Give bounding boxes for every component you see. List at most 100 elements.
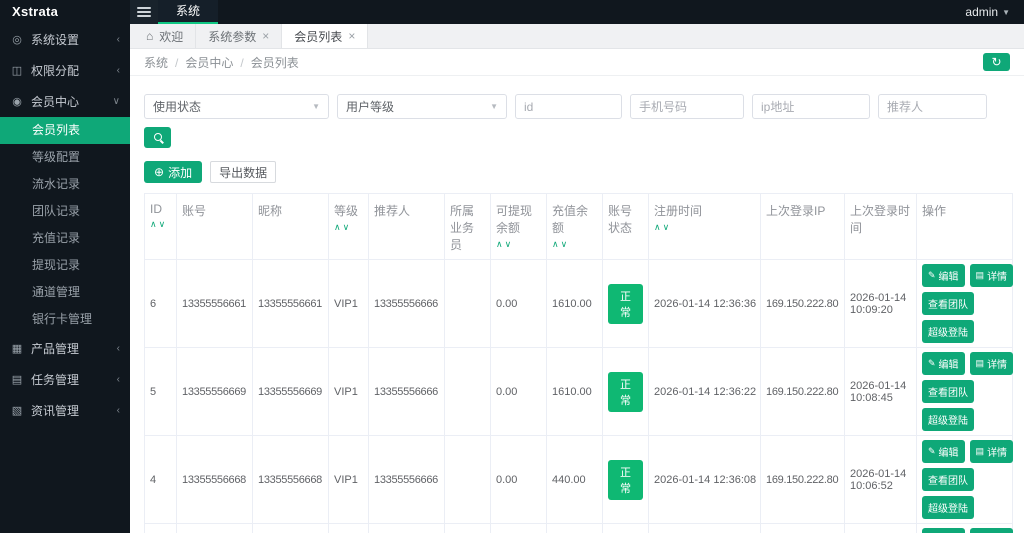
super-login-button[interactable]: 超级登陆 bbox=[922, 496, 974, 519]
column-header-level[interactable]: 等级 ∧∨ bbox=[329, 194, 369, 260]
tab-system-params[interactable]: 系统参数× bbox=[196, 24, 282, 48]
cell-level: VIP1 bbox=[329, 260, 369, 348]
user-menu[interactable]: admin ▼ bbox=[965, 5, 1024, 19]
action-label: 详情 bbox=[987, 356, 1007, 371]
super-login-button[interactable]: 超级登陆 bbox=[922, 320, 974, 343]
cell-last-time: 2026-01-14 08:56:31 bbox=[845, 524, 917, 533]
sidebar-subitem-member-list[interactable]: 会员列表 bbox=[0, 117, 130, 144]
column-header-reg_time[interactable]: 注册时间∧∨ bbox=[649, 194, 761, 260]
breadcrumb-item[interactable]: 会员列表 bbox=[251, 56, 299, 70]
breadcrumb-bar: 系统/会员中心/会员列表 ↻ bbox=[130, 49, 1024, 76]
cell-level: VIP1 bbox=[329, 436, 369, 524]
sort-icons[interactable]: ∧∨ bbox=[150, 219, 171, 230]
close-tab-icon[interactable]: × bbox=[262, 29, 269, 43]
edit-button[interactable]: ✎编辑 bbox=[922, 264, 965, 287]
topbar-tab-system[interactable]: 系统 bbox=[158, 0, 218, 24]
column-header-referrer: 推荐人 bbox=[369, 194, 445, 260]
sort-icons[interactable]: ∧∨ bbox=[552, 239, 597, 250]
cell-referrer: 13355556666 bbox=[369, 436, 445, 524]
sidebar-subitem-channel-mgmt[interactable]: 通道管理 bbox=[0, 279, 130, 306]
view-team-button[interactable]: 查看团队 bbox=[922, 380, 974, 403]
status-select-value: 使用状态 bbox=[153, 98, 201, 115]
cell-referrer: 13355556666 bbox=[369, 260, 445, 348]
sidebar: Xstrata ◎系统设置‹◫权限分配‹◉会员中心∨会员列表等级配置流水记录团队… bbox=[0, 0, 130, 533]
sidebar-subitem-flow-records[interactable]: 流水记录 bbox=[0, 171, 130, 198]
detail-button[interactable]: ▤详情 bbox=[970, 352, 1014, 375]
status-select[interactable]: 使用状态▼ bbox=[144, 94, 329, 119]
sidebar-item-label: 会员中心 bbox=[31, 93, 106, 110]
detail-button[interactable]: ▤详情 bbox=[970, 528, 1014, 533]
chevron-left-icon: ‹ bbox=[117, 374, 120, 385]
column-header-account: 账号 bbox=[177, 194, 253, 260]
add-button[interactable]: ⊕ 添加 bbox=[144, 161, 202, 183]
status-badge: 正常 bbox=[608, 284, 643, 324]
sidebar-subitem-level-config[interactable]: 等级配置 bbox=[0, 144, 130, 171]
column-header-recharge[interactable]: 充值余额∧∨ bbox=[547, 194, 603, 260]
sort-icons[interactable]: ∧∨ bbox=[496, 239, 541, 250]
sidebar-item-news[interactable]: ▧资讯管理‹ bbox=[0, 395, 130, 426]
cell-status: 正常 bbox=[603, 524, 649, 533]
row-actions-line: 超级登陆 bbox=[922, 408, 974, 431]
sidebar-subitem-withdraw-records[interactable]: 提现记录 bbox=[0, 252, 130, 279]
sidebar-item-permissions[interactable]: ◫权限分配‹ bbox=[0, 55, 130, 86]
search-row bbox=[144, 127, 1010, 148]
cell-referrer: 13355556666 bbox=[369, 348, 445, 436]
close-tab-icon[interactable]: × bbox=[348, 29, 355, 43]
column-header-withdrawable[interactable]: 可提现余额∧∨ bbox=[491, 194, 547, 260]
breadcrumb-item[interactable]: 会员中心 bbox=[185, 56, 233, 70]
super-login-button[interactable]: 超级登陆 bbox=[922, 408, 974, 431]
settings-icon: ◎ bbox=[10, 33, 24, 46]
detail-button[interactable]: ▤详情 bbox=[970, 440, 1014, 463]
column-label: 等级 bbox=[334, 202, 363, 219]
detail-icon: ▤ bbox=[976, 447, 985, 456]
tab-member-list[interactable]: 会员列表× bbox=[282, 24, 368, 48]
export-button[interactable]: 导出数据 bbox=[210, 161, 276, 183]
column-header-id[interactable]: ID∧∨ bbox=[145, 194, 177, 260]
edit-icon: ✎ bbox=[928, 271, 936, 280]
action-label: 编辑 bbox=[939, 268, 959, 283]
edit-button[interactable]: ✎编辑 bbox=[922, 352, 965, 375]
action-label: 超级登陆 bbox=[928, 500, 968, 515]
table-row: 41335555666813355556668VIP1133555566660.… bbox=[145, 436, 1013, 524]
sidebar-item-settings[interactable]: ◎系统设置‹ bbox=[0, 24, 130, 55]
cell-nickname: 13355556661 bbox=[253, 260, 329, 348]
breadcrumb-item[interactable]: 系统 bbox=[144, 56, 168, 70]
cell-salesman bbox=[445, 348, 491, 436]
app-window: Xstrata ◎系统设置‹◫权限分配‹◉会员中心∨会员列表等级配置流水记录团队… bbox=[0, 0, 1024, 533]
sidebar-subitem-bankcard-mgmt[interactable]: 银行卡管理 bbox=[0, 306, 130, 333]
member-center-icon: ◉ bbox=[10, 95, 24, 108]
sidebar-subitem-recharge-records[interactable]: 充值记录 bbox=[0, 225, 130, 252]
cell-last-time: 2026-01-14 10:08:45 bbox=[845, 348, 917, 436]
sidebar-item-label: 系统设置 bbox=[31, 31, 110, 48]
hamburger-menu-icon[interactable] bbox=[130, 0, 158, 24]
table-toolbar: ⊕ 添加 导出数据 bbox=[144, 161, 1010, 183]
view-team-button[interactable]: 查看团队 bbox=[922, 468, 974, 491]
sidebar-item-products[interactable]: ▦产品管理‹ bbox=[0, 333, 130, 364]
referrer-input[interactable] bbox=[878, 94, 987, 119]
refresh-button[interactable]: ↻ bbox=[983, 53, 1010, 71]
tab-welcome[interactable]: ⌂欢迎 bbox=[134, 24, 196, 48]
cell-salesman bbox=[445, 436, 491, 524]
view-team-button[interactable]: 查看团队 bbox=[922, 292, 974, 315]
column-label: 操作 bbox=[922, 202, 1007, 219]
id-input[interactable] bbox=[515, 94, 622, 119]
cell-salesman bbox=[445, 524, 491, 533]
search-button[interactable] bbox=[144, 127, 171, 148]
detail-button[interactable]: ▤详情 bbox=[970, 264, 1014, 287]
edit-button[interactable]: ✎编辑 bbox=[922, 528, 965, 533]
sort-icons[interactable]: ∧∨ bbox=[334, 222, 363, 233]
sidebar-item-member-center[interactable]: ◉会员中心∨ bbox=[0, 86, 130, 117]
phone-input[interactable] bbox=[630, 94, 744, 119]
cell-withdrawable: 0.00 bbox=[491, 260, 547, 348]
main-area: 系统 admin ▼ ⌂欢迎系统参数×会员列表× 系统/会员中心/会员列表 ↻ … bbox=[130, 0, 1024, 533]
ip-input[interactable] bbox=[752, 94, 870, 119]
cell-nickname: 13355552222 bbox=[253, 524, 329, 533]
level-select[interactable]: 用户等级▼ bbox=[337, 94, 507, 119]
sidebar-item-label: 资讯管理 bbox=[31, 402, 110, 419]
row-actions-line: ✎编辑▤详情 bbox=[922, 440, 1013, 463]
sidebar-subitem-team-records[interactable]: 团队记录 bbox=[0, 198, 130, 225]
sidebar-item-tasks[interactable]: ▤任务管理‹ bbox=[0, 364, 130, 395]
cell-reg-time: 2026-01-14 12:36:36 bbox=[649, 260, 761, 348]
edit-button[interactable]: ✎编辑 bbox=[922, 440, 965, 463]
sort-icons[interactable]: ∧∨ bbox=[654, 222, 755, 233]
